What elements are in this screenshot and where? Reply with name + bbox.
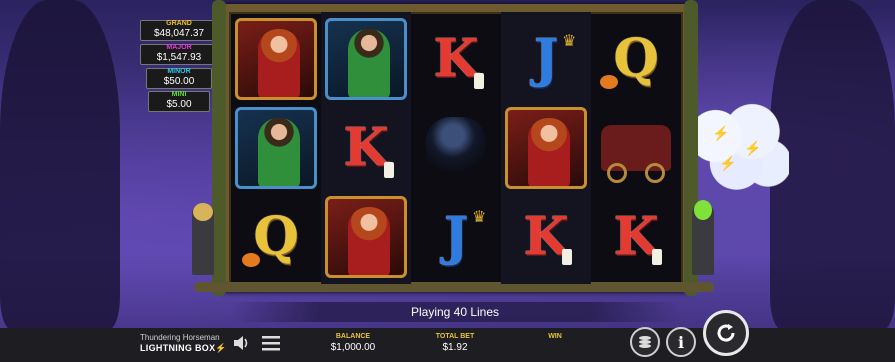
jackpot-grand: GRAND $48,047.37 (140, 20, 218, 41)
info-icon: i (677, 332, 685, 352)
bolt-icon: ⚡ (719, 155, 737, 171)
jackpot-value: $1,547.93 (156, 52, 202, 63)
symbol-carriage (592, 104, 680, 192)
pumpkin-icon (242, 253, 260, 267)
carriage-icon (601, 125, 671, 183)
jackpot-value: $48,047.37 (153, 28, 205, 39)
jackpot-mini: MINI $5.00 (148, 91, 210, 112)
letter-k: K (343, 117, 389, 178)
candle-icon (562, 249, 572, 265)
tree-left (0, 0, 120, 330)
raven-icon (426, 117, 486, 179)
symbol-k: K (412, 15, 500, 103)
game-name: Thundering Horseman (140, 333, 220, 342)
skull-icon (193, 203, 213, 221)
bolt-icon: ⚡ (744, 140, 762, 156)
symbol-q: Q (232, 193, 320, 281)
symbol-k: K (322, 104, 410, 192)
candle-icon (474, 73, 484, 89)
symbol-woman (502, 104, 590, 192)
jackpot-label: MAJOR (166, 44, 192, 51)
bolt-icon: ⚡ (712, 125, 730, 141)
letter-j: J (533, 28, 559, 89)
spin-button[interactable] (703, 310, 749, 356)
crown-icon: ♛ (562, 33, 577, 50)
menu-button[interactable] (262, 335, 280, 351)
balance-label: BALANCE (335, 333, 371, 340)
pumpkin-icon (600, 75, 618, 89)
symbol-k: K (502, 193, 590, 281)
symbol-q: Q (592, 15, 680, 103)
sound-button[interactable] (232, 334, 250, 352)
letter-j: J (443, 206, 469, 267)
jackpot-major: MAJOR $1,547.93 (140, 44, 218, 65)
spin-icon (717, 324, 735, 342)
woman-icon (528, 118, 570, 186)
total-bet-label: TOTAL BET (435, 333, 475, 340)
symbol-j: J ♛ (412, 193, 500, 281)
candle-icon (652, 249, 662, 265)
lines-indicator: Playing 40 Lines (230, 302, 680, 322)
letter-q: Q (253, 206, 299, 267)
letter-q: Q (613, 28, 659, 89)
jackpot-label: MINOR (167, 68, 191, 75)
lightning-cloud: ⚡ ⚡ ⚡ (684, 100, 789, 190)
chip-stack-icon (639, 336, 651, 348)
symbol-man (232, 104, 320, 192)
jackpot-label: MINI (171, 91, 187, 98)
letter-k: K (433, 28, 479, 89)
crown-icon: ♛ (472, 209, 487, 226)
vine-decoration (212, 0, 226, 296)
balance-value: $1,000.00 (330, 342, 376, 353)
brand-logo: LIGHTNING BOX⚡ (140, 343, 227, 353)
sound-icon (234, 336, 248, 350)
man-icon (348, 29, 390, 97)
symbol-j: J ♛ (502, 15, 590, 103)
man-icon (258, 118, 300, 186)
jackpot-label: GRAND (166, 20, 192, 27)
symbol-woman (322, 193, 410, 281)
candle-icon (384, 162, 394, 178)
symbol-woman (232, 15, 320, 103)
symbol-man (322, 15, 410, 103)
jackpot-value: $5.00 (166, 99, 192, 110)
woman-icon (258, 29, 300, 97)
bet-chips-button[interactable] (630, 327, 660, 357)
symbol-raven (412, 104, 500, 192)
total-bet-value[interactable]: $1.92 (420, 342, 490, 353)
jackpot-value: $50.00 (163, 76, 195, 87)
jackpot-minor: MINOR $50.00 (146, 68, 212, 89)
info-button[interactable]: i (666, 327, 696, 357)
potion-icon (694, 200, 712, 220)
menu-icon (262, 336, 280, 351)
woman-icon (348, 207, 390, 275)
symbol-k: K (592, 193, 680, 281)
win-label: WIN (548, 333, 562, 340)
